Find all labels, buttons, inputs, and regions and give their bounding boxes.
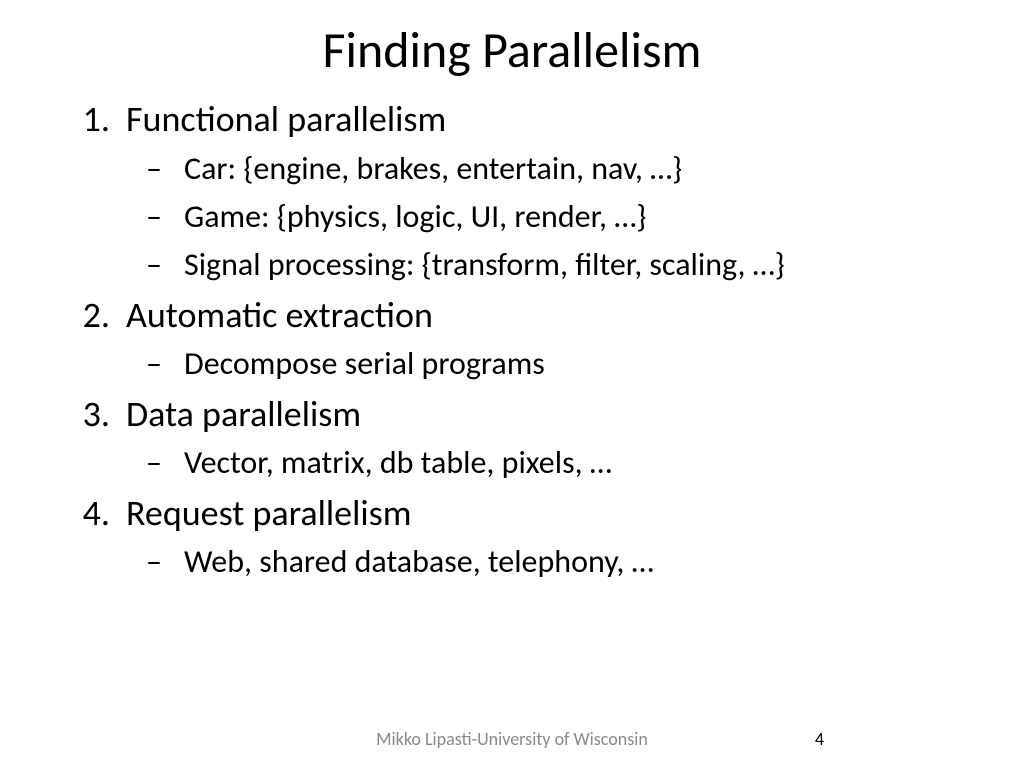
page-number: 4: [815, 728, 824, 750]
list-item: 4. Request parallelism: [70, 489, 984, 538]
dash-icon: –: [142, 194, 184, 240]
list-item: – Vector, matrix, db table, pixels, …: [142, 440, 984, 486]
list-text: Decompose serial programs: [184, 341, 545, 387]
list-text: Car: {engine, brakes, entertain, nav, …}: [184, 146, 682, 192]
list-item: – Decompose serial programs: [142, 341, 984, 387]
list-text: Request parallelism: [126, 489, 411, 538]
list-text: Functional parallelism: [126, 95, 446, 144]
list-item: – Signal processing: {transform, filter,…: [142, 242, 984, 288]
list-text: Signal processing: {transform, filter, s…: [184, 242, 785, 288]
slide-content: 1. Functional parallelism – Car: {engine…: [40, 95, 984, 586]
dash-icon: –: [142, 146, 184, 192]
list-item: – Game: {physics, logic, UI, render, …}: [142, 194, 984, 240]
slide-title: Finding Parallelism: [40, 20, 984, 81]
list-item: – Web, shared database, telephony, …: [142, 539, 984, 585]
list-number: 3.: [70, 390, 126, 439]
list-text: Game: {physics, logic, UI, render, …}: [184, 194, 646, 240]
list-text: Data parallelism: [126, 390, 361, 439]
list-text: Vector, matrix, db table, pixels, …: [184, 440, 612, 486]
dash-icon: –: [142, 539, 184, 585]
list-number: 2.: [70, 291, 126, 340]
footer-text: Mikko Lipasti-University of Wisconsin: [0, 728, 1024, 750]
list-text: Automatic extraction: [126, 291, 433, 340]
list-number: 1.: [70, 95, 126, 144]
slide: Finding Parallelism 1. Functional parall…: [0, 0, 1024, 586]
dash-icon: –: [142, 341, 184, 387]
list-item: 3. Data parallelism: [70, 390, 984, 439]
dash-icon: –: [142, 242, 184, 288]
list-number: 4.: [70, 489, 126, 538]
list-item: 2. Automatic extraction: [70, 291, 984, 340]
list-text: Web, shared database, telephony, …: [184, 539, 654, 585]
list-item: 1. Functional parallelism: [70, 95, 984, 144]
dash-icon: –: [142, 440, 184, 486]
list-item: – Car: {engine, brakes, entertain, nav, …: [142, 146, 984, 192]
